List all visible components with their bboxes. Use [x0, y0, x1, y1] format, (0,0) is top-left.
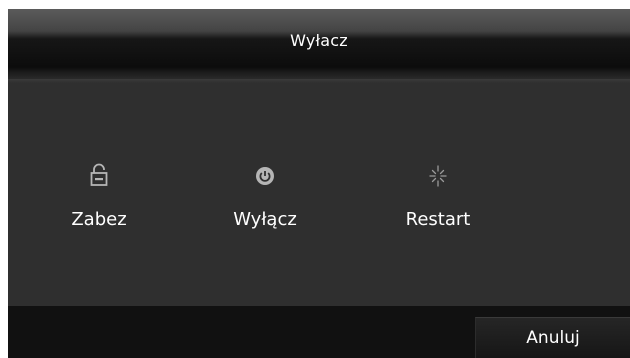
- lock-option-button[interactable]: Zabez: [29, 163, 169, 230]
- lock-icon: [90, 163, 108, 186]
- shutdown-dialog: Wyłacz Zabez Wyłącz Restart Anuluj: [8, 9, 630, 358]
- restart-spinner-icon: [429, 165, 447, 187]
- lock-option-label: Zabez: [71, 209, 127, 230]
- restart-option-button[interactable]: Restart: [368, 163, 508, 230]
- dialog-title-bar: Wyłacz: [8, 9, 630, 79]
- restart-option-label: Restart: [405, 209, 471, 230]
- dialog-title: Wyłacz: [290, 31, 348, 50]
- cancel-button[interactable]: Anuluj: [475, 317, 630, 358]
- power-off-option-button[interactable]: Wyłącz: [195, 163, 335, 230]
- dialog-content: Zabez Wyłącz Restart: [8, 83, 630, 306]
- power-icon: [256, 167, 274, 185]
- power-off-option-label: Wyłącz: [233, 209, 297, 230]
- dialog-footer: Anuluj: [8, 306, 630, 358]
